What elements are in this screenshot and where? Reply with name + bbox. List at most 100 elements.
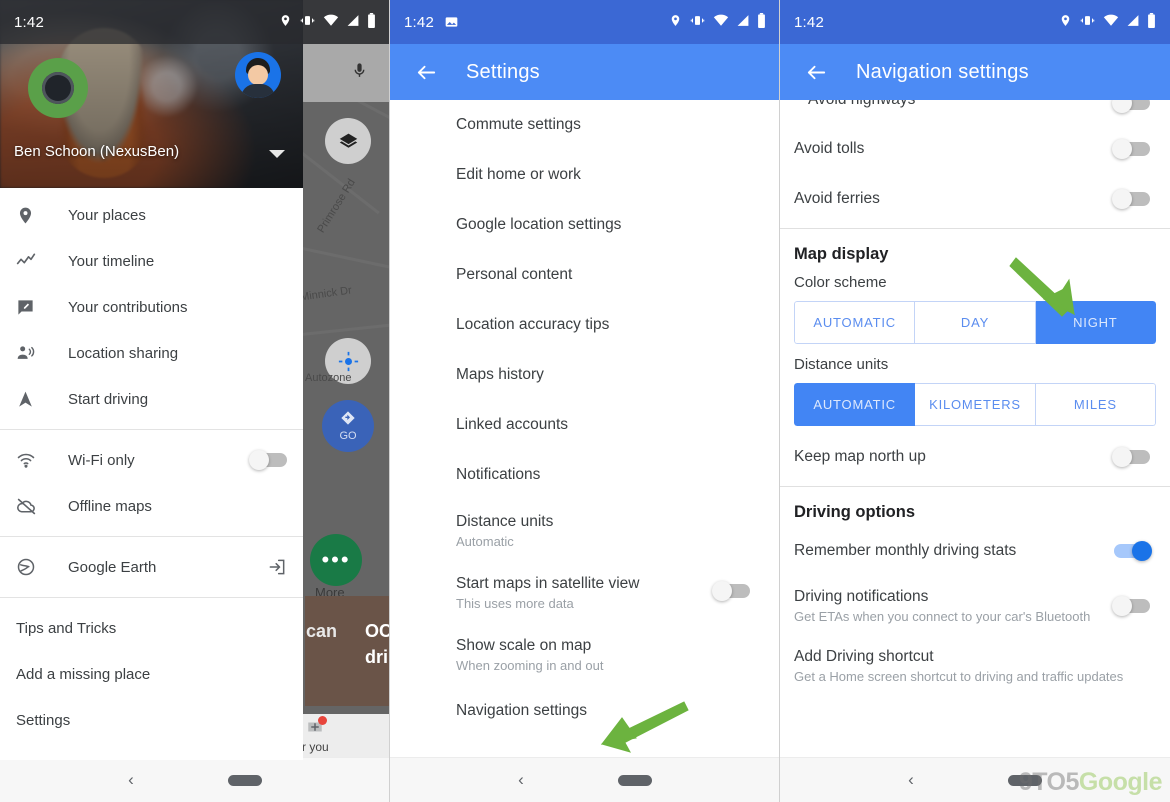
distance-units-option-automatic[interactable]: AUTOMATIC [794,383,916,426]
map-card-text: dri [365,647,389,667]
caret-down-icon[interactable] [269,150,285,158]
app-bar-settings: Settings [390,44,780,100]
distance-units-option-miles[interactable]: MILES [1035,383,1156,426]
map-more-button[interactable]: ••• [310,534,362,586]
list-item-remember-driving-stats[interactable]: Remember monthly driving stats [780,526,1170,576]
color-scheme-option-day[interactable]: DAY [915,301,1036,344]
list-item[interactable]: Linked accounts [390,400,780,450]
list-item[interactable]: Maps history [390,350,780,400]
list-item-title: Navigation settings [456,702,587,719]
home-pill-handle[interactable] [617,774,652,786]
list-item-title: Avoid tolls [794,140,865,157]
list-item-distance-units[interactable]: Distance units Automatic [390,500,780,562]
list-item[interactable]: Personal content [390,250,780,300]
location-sharing-icon [16,343,56,363]
sidebar-item-your-places[interactable]: Your places [0,192,303,238]
section-heading-driving-options: Driving options [794,503,915,521]
sidebar-item-wifi-only[interactable]: Wi-Fi only [0,437,303,483]
list-item-title: Remember monthly driving stats [794,542,1017,559]
color-scheme-option-night[interactable]: NIGHT [1035,301,1156,344]
sidebar-item-add-a-missing-place[interactable]: Add a missing place [0,651,303,697]
list-item-subtitle: This uses more data [456,596,574,611]
list-item-title: Personal content [456,266,573,283]
sidebar-item-label: Start driving [68,390,149,408]
list-item-title: Google location settings [456,216,622,233]
account-photo[interactable] [28,58,88,118]
sidebar-item-offline-maps[interactable]: Offline maps [0,483,303,529]
map-layers-button[interactable] [325,118,371,164]
back-arrow-icon[interactable] [406,52,446,92]
sidebar-item-start-driving[interactable]: Start driving [0,376,303,422]
avoid-tolls-toggle[interactable] [1112,139,1150,159]
status-time: 1:42 [794,13,824,31]
map-search-bar[interactable] [300,44,390,102]
sidebar-item-your-contributions[interactable]: Your contributions [0,284,303,330]
microphone-icon[interactable] [351,62,368,84]
watermark: 9TO5Google [1019,768,1163,797]
list-item-title: Keep map north up [794,448,926,465]
status-time: 1:42 [14,13,44,31]
list-item[interactable]: Google location settings [390,200,780,250]
list-item-avoid-highways[interactable]: Avoid highways [780,92,1170,124]
list-item-show-scale[interactable]: Show scale on map When zooming in and ou… [390,624,780,686]
divider [0,536,303,537]
list-item-satellite-view[interactable]: Start maps in satellite view This uses m… [390,562,780,624]
settings-list: Commute settings Edit home or work Googl… [390,100,780,736]
battery-icon [757,12,766,32]
offline-cloud-icon [16,496,56,517]
list-item-add-driving-shortcut[interactable]: Add Driving shortcut Get a Home screen s… [780,636,1170,696]
list-item-title: Edit home or work [456,166,581,183]
back-arrow-icon[interactable] [796,52,836,92]
list-item-keep-map-north-up[interactable]: Keep map north up [780,432,1170,482]
list-item-subtitle: Get a Home screen shortcut to driving an… [794,669,1124,684]
list-item-driving-notifications[interactable]: Driving notifications Get ETAs when you … [780,576,1170,636]
label-color-scheme: Color scheme [794,274,887,291]
vibrate-icon [299,13,316,32]
back-chevron-icon[interactable]: ‹ [518,770,524,790]
map-bottom-sheet[interactable]: r you [300,714,390,760]
color-scheme-option-automatic[interactable]: AUTOMATIC [794,301,916,344]
section-heading-map-display: Map display [794,245,889,263]
list-item-title: Notifications [456,466,541,483]
label-distance-units: Distance units [794,356,889,373]
battery-icon [1147,12,1156,32]
map-poi-label: Autozone [305,372,352,384]
open-external-icon[interactable] [267,557,287,577]
list-item-navigation-settings[interactable]: Navigation settings [390,686,780,736]
color-scheme-segmented-control: AUTOMATIC DAY NIGHT [794,301,1156,344]
wifi-only-toggle[interactable] [249,450,287,470]
vibrate-icon [689,13,706,32]
sidebar-item-location-sharing[interactable]: Location sharing [0,330,303,376]
sidebar-item-your-timeline[interactable]: Your timeline [0,238,303,284]
map-bottom-label: r you [302,740,329,754]
list-item[interactable]: Location accuracy tips [390,300,780,350]
sidebar-item-tips-and-tricks[interactable]: Tips and Tricks [0,605,303,651]
avatar[interactable] [235,52,281,98]
location-pin-icon [279,13,292,32]
list-item-avoid-ferries[interactable]: Avoid ferries [780,174,1170,224]
sidebar-item-label: Offline maps [68,497,152,515]
sidebar-item-google-earth[interactable]: Google Earth [0,544,303,590]
sidebar-item-settings[interactable]: Settings [0,697,303,743]
back-chevron-icon[interactable]: ‹ [128,770,134,790]
home-pill-handle[interactable] [227,774,262,786]
list-item[interactable]: Notifications [390,450,780,500]
list-item-avoid-tolls[interactable]: Avoid tolls [780,124,1170,174]
driving-notifications-toggle[interactable] [1112,596,1150,616]
back-chevron-icon[interactable]: ‹ [908,770,914,790]
battery-icon [367,12,376,32]
go-button[interactable]: GO [322,400,374,452]
list-item[interactable]: Commute settings [390,100,780,150]
list-item[interactable]: Edit home or work [390,150,780,200]
divider [0,429,303,430]
satellite-view-toggle[interactable] [712,580,750,601]
distance-units-option-kilometers[interactable]: KILOMETERS [915,383,1036,426]
panel-settings: 1:42 Settings Commute settings Edit home… [390,0,780,802]
map-card-text: OC [365,621,390,641]
sidebar-item-label: Your places [68,206,146,224]
remember-driving-stats-toggle[interactable] [1114,541,1152,561]
signal-icon [346,14,360,31]
keep-north-up-toggle[interactable] [1112,447,1150,467]
avoid-ferries-toggle[interactable] [1112,189,1150,209]
place-pin-icon [16,206,56,225]
